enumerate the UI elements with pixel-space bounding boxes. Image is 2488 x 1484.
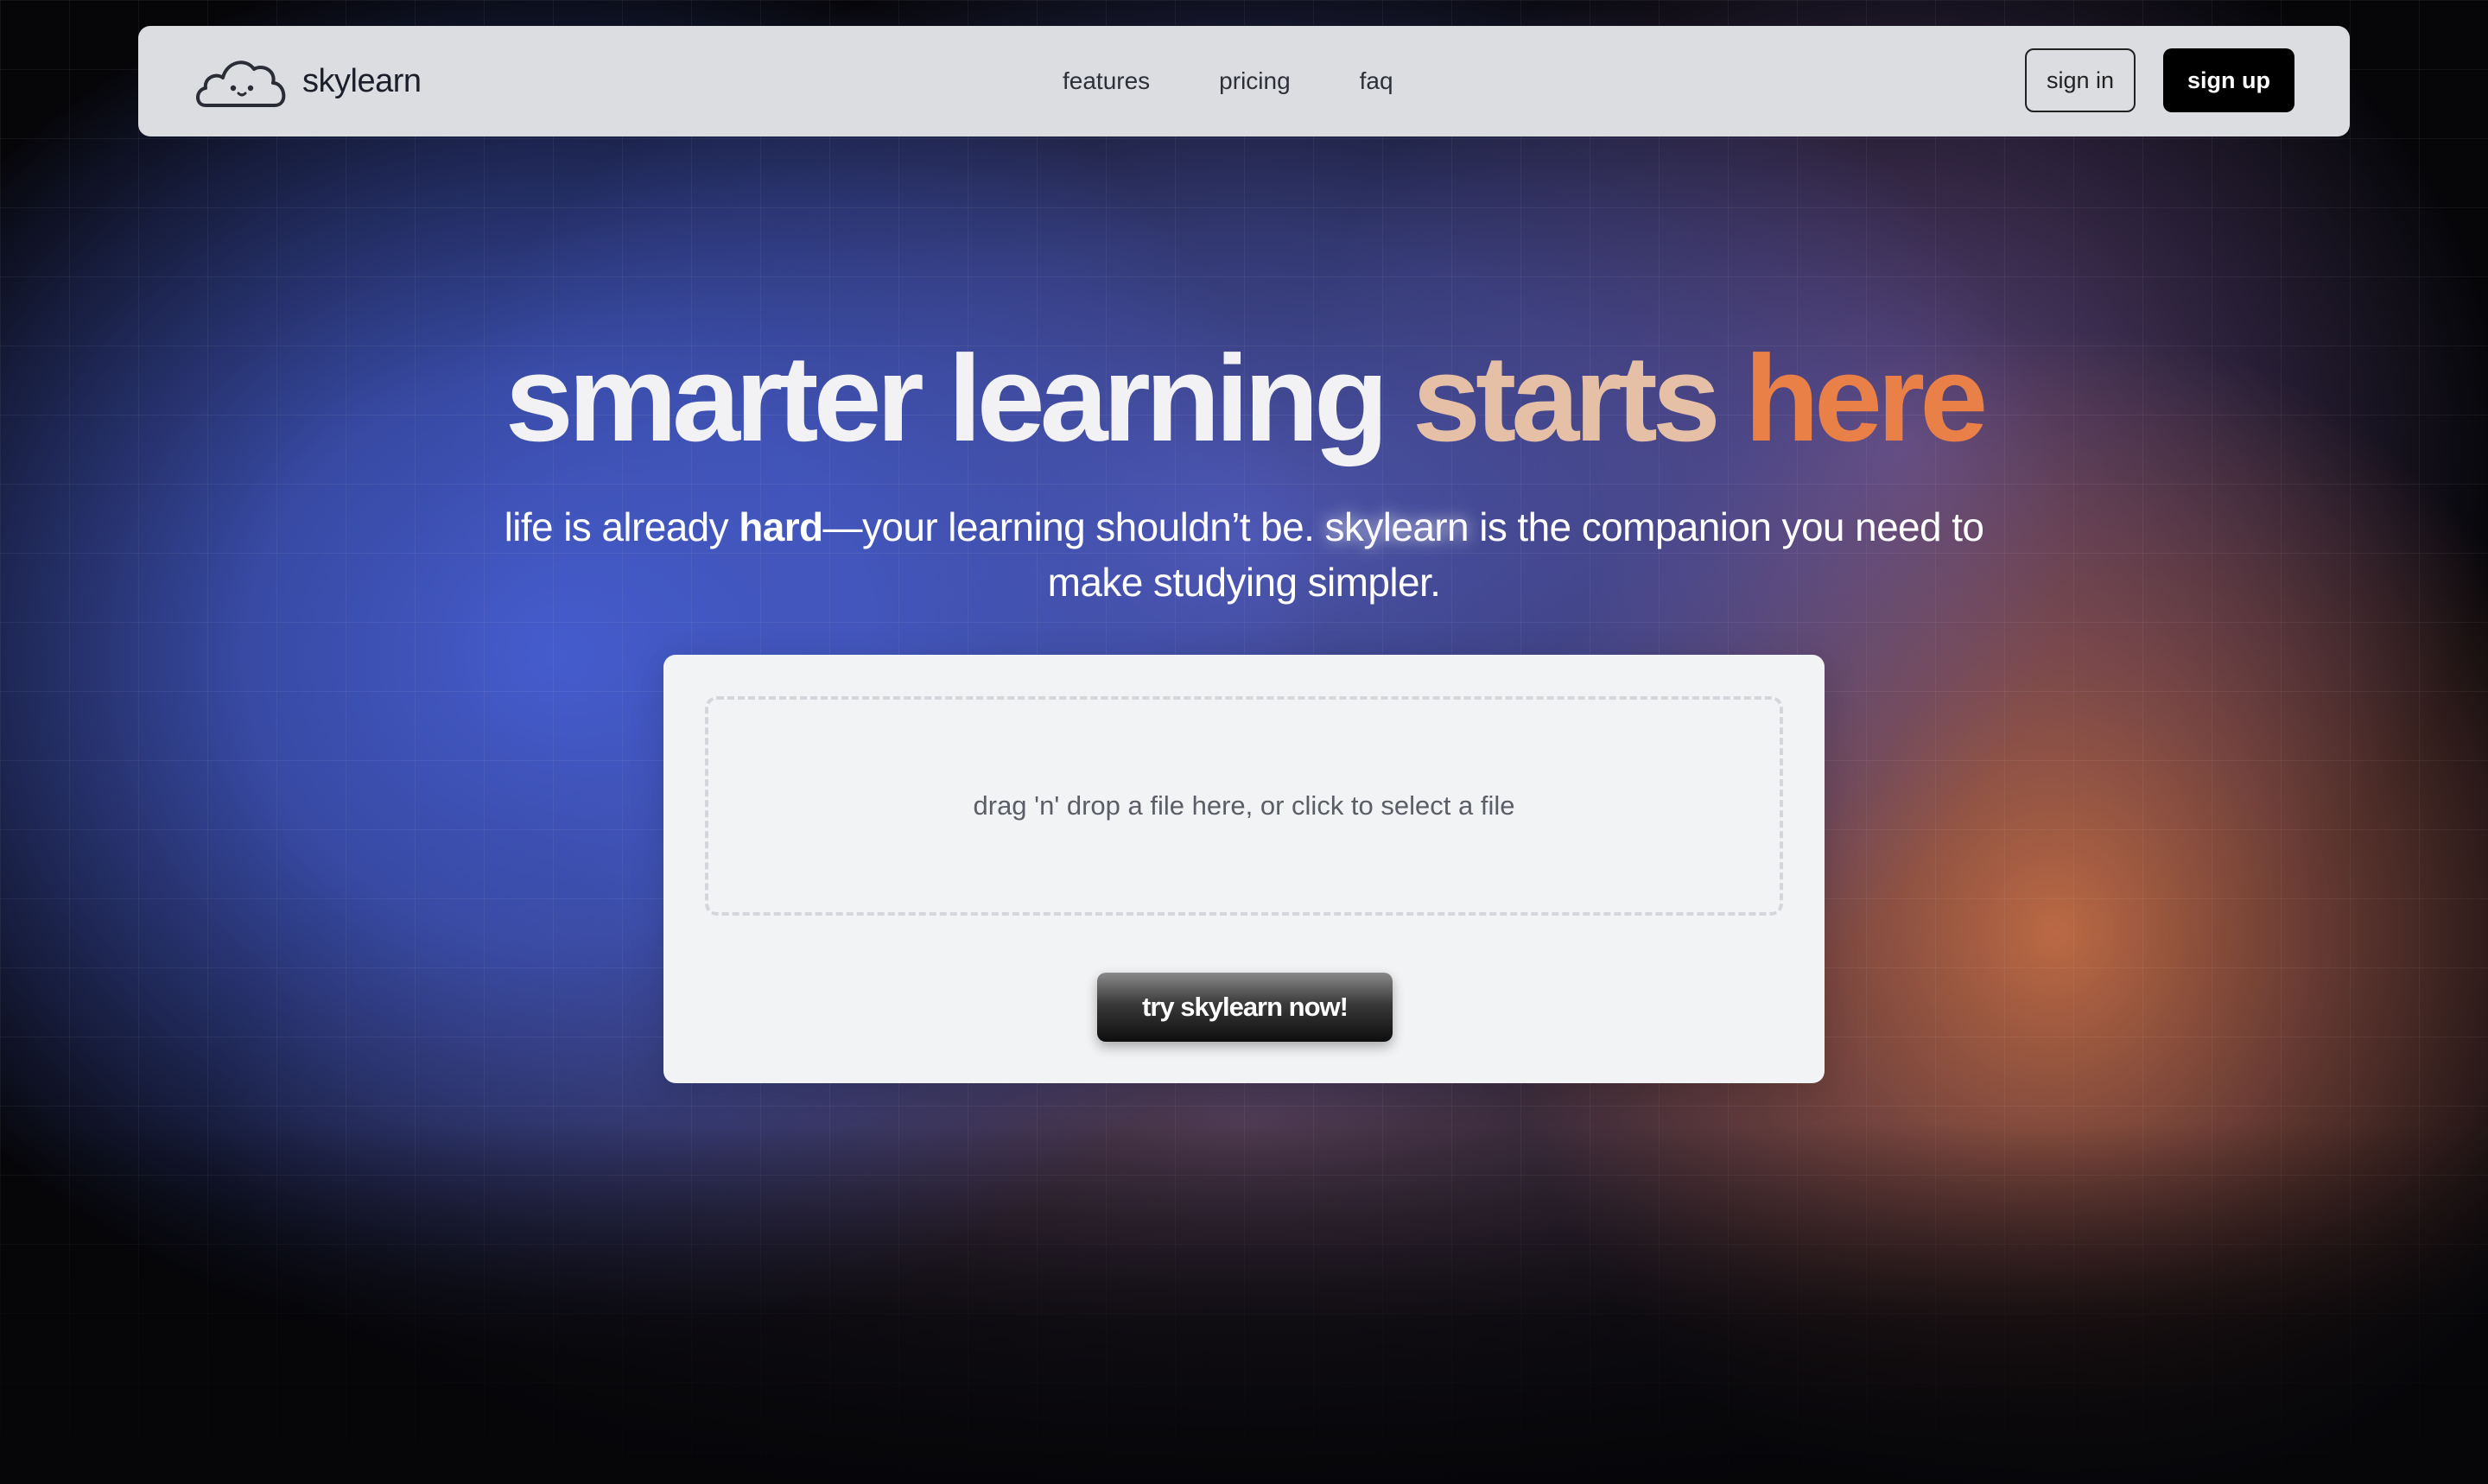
- hero-title-main: smarter learning: [505, 330, 1413, 467]
- bottom-fade: [0, 1123, 2488, 1484]
- sign-in-button[interactable]: sign in: [2025, 48, 2136, 112]
- hero-subtitle: life is already hard—your learning shoul…: [466, 499, 2022, 610]
- hero-title-accent-here: here: [1744, 330, 1988, 467]
- try-now-button[interactable]: try skylearn now!: [1097, 973, 1393, 1042]
- navbar: skylearn features pricing faq sign in si…: [138, 26, 2350, 136]
- sign-up-button[interactable]: sign up: [2163, 48, 2294, 112]
- nav-link-faq[interactable]: faq: [1360, 67, 1393, 95]
- hero-subtitle-highlight: skylearn: [1324, 504, 1469, 549]
- brand-name: skylearn: [302, 62, 422, 99]
- upload-card: drag 'n' drop a file here, or click to s…: [663, 655, 1825, 1083]
- file-dropzone[interactable]: drag 'n' drop a file here, or click to s…: [705, 696, 1783, 916]
- hero-title: smarter learning starts here: [0, 321, 2488, 477]
- hero-subtitle-part1: life is already: [504, 504, 739, 549]
- landing-page: skylearn features pricing faq sign in si…: [0, 0, 2488, 1484]
- brand-logo[interactable]: skylearn: [194, 54, 422, 109]
- nav-links: features pricing faq: [1063, 26, 1393, 136]
- hero-title-accent-starts: starts: [1412, 330, 1745, 467]
- cloud-face-icon: [194, 54, 290, 109]
- nav-link-pricing[interactable]: pricing: [1219, 67, 1290, 95]
- hero-subtitle-bold: hard: [739, 504, 823, 549]
- nav-link-features[interactable]: features: [1063, 67, 1150, 95]
- hero-subtitle-part2: —your learning shouldn’t be.: [822, 504, 1325, 549]
